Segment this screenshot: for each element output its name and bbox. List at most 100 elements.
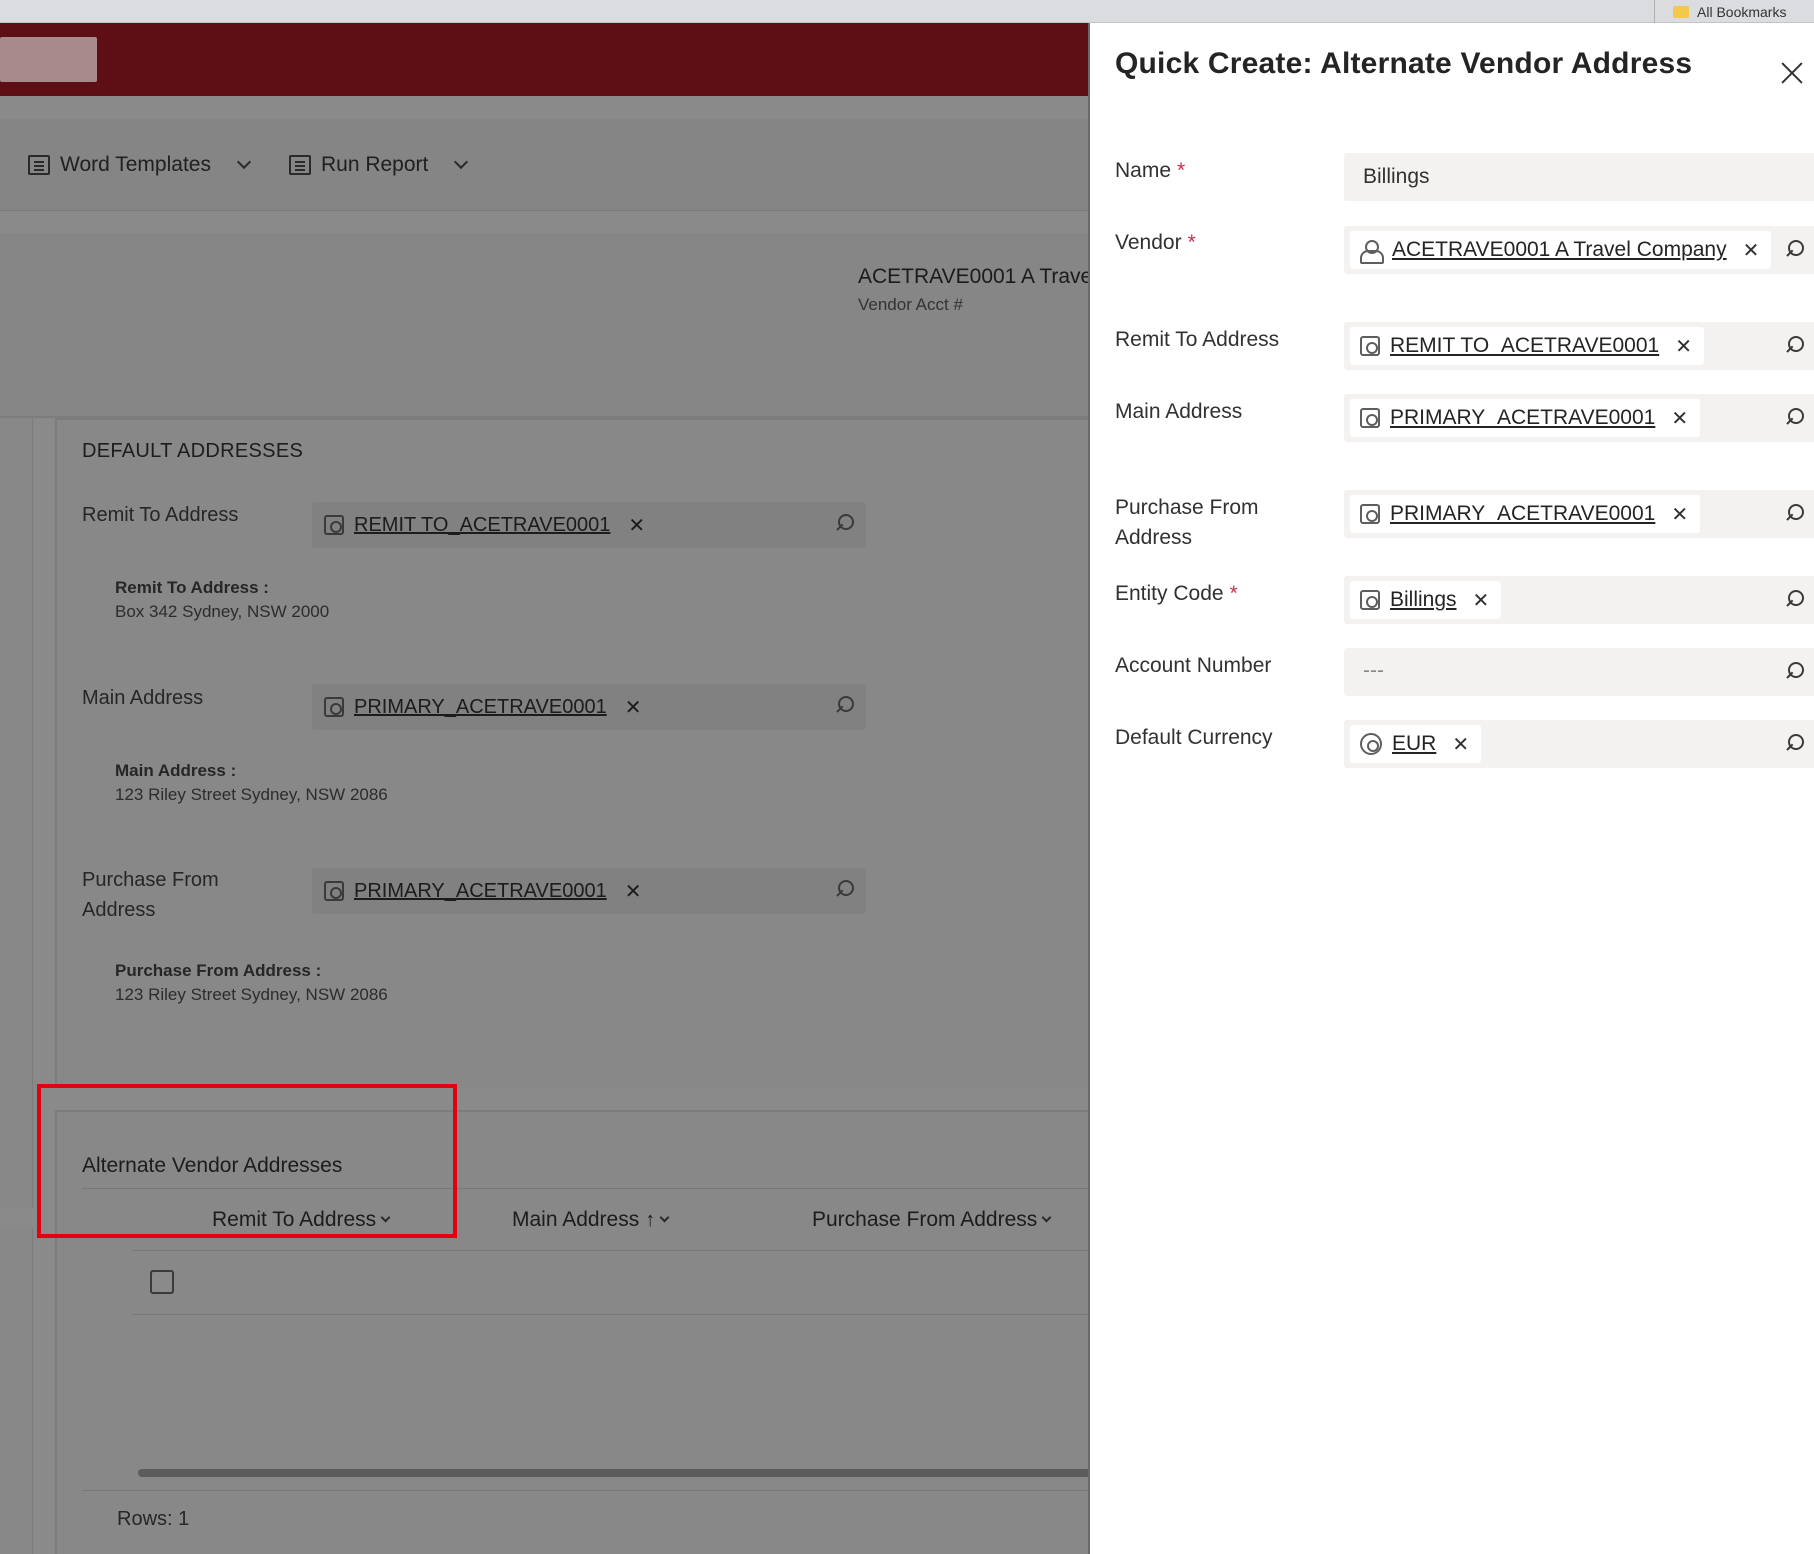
main-detail-value: 123 Riley Street Sydney, NSW 2086 <box>115 785 388 804</box>
left-panel-edge-lower <box>0 1228 33 1554</box>
browser-strip: All Bookmarks <box>0 0 1814 23</box>
run-report-button[interactable]: Run Report <box>288 152 469 177</box>
purchase-address-label: Purchase From Address <box>82 869 219 921</box>
report-icon <box>288 154 311 175</box>
search-icon[interactable] <box>1786 734 1804 752</box>
column-header-purchase[interactable]: Purchase From Address <box>812 1208 1052 1232</box>
main-address-lookup[interactable]: PRIMARY_ACETRAVE0001 ✕ <box>1344 394 1814 442</box>
search-icon[interactable] <box>836 696 854 714</box>
search-icon[interactable] <box>1786 336 1804 354</box>
main-detail-label: Main Address : <box>115 761 237 780</box>
record-icon <box>1360 408 1380 428</box>
record-icon <box>324 881 344 901</box>
run-report-label: Run Report <box>320 152 429 176</box>
chevron-down-icon <box>454 154 469 169</box>
purchase-address-label: Purchase From Address <box>1115 496 1259 549</box>
search-icon[interactable] <box>836 880 854 898</box>
app-header-bar <box>0 23 1090 96</box>
name-input[interactable]: Billings <box>1344 153 1814 201</box>
search-icon[interactable] <box>1786 590 1804 608</box>
record-icon <box>1360 504 1380 524</box>
entity-code-lookup[interactable]: Billings ✕ <box>1344 576 1814 624</box>
remove-icon[interactable]: ✕ <box>628 513 645 538</box>
sort-ascending-icon: ↑ <box>645 1208 656 1231</box>
rows-count: Rows: 1 <box>117 1508 190 1530</box>
main-address-link[interactable]: PRIMARY_ACETRAVE0001 <box>1390 406 1655 430</box>
remove-icon[interactable]: ✕ <box>1671 502 1688 527</box>
vendor-icon <box>1360 239 1384 264</box>
required-indicator: * <box>1229 582 1238 605</box>
record-icon <box>324 697 344 717</box>
remove-icon[interactable]: ✕ <box>1452 732 1469 757</box>
remit-address-lookup[interactable]: REMIT TO_ACETRAVE0001 ✕ <box>1344 322 1814 370</box>
default-currency-label: Default Currency <box>1115 726 1273 749</box>
remit-detail-label: Remit To Address : <box>115 578 269 597</box>
record-icon <box>1360 590 1380 610</box>
purchase-address-link[interactable]: PRIMARY_ACETRAVE0001 <box>1390 502 1655 526</box>
search-icon[interactable] <box>1786 408 1804 426</box>
record-title: ACETRAVE0001 A Travel <box>858 265 1097 288</box>
purchase-address-link[interactable]: PRIMARY_ACETRAVE0001 <box>354 880 607 903</box>
app-logo-placeholder <box>0 37 97 82</box>
horizontal-scrollbar[interactable] <box>138 1469 1092 1477</box>
remove-icon[interactable]: ✕ <box>1675 334 1692 359</box>
remove-icon[interactable]: ✕ <box>1743 238 1760 263</box>
column-header-main[interactable]: Main Address ↑ <box>512 1208 670 1232</box>
record-icon <box>1360 336 1380 356</box>
record-subtitle: Vendor Acct # <box>858 295 963 314</box>
word-templates-button[interactable]: Word Templates <box>28 152 252 177</box>
remit-address-label: Remit To Address <box>1115 328 1280 351</box>
remit-address-link[interactable]: REMIT TO_ACETRAVE0001 <box>1390 334 1659 358</box>
bookmarks-bar[interactable]: All Bookmarks <box>1654 0 1814 23</box>
remit-detail-value: Box 342 Sydney, NSW 2000 <box>115 602 330 621</box>
account-number-label: Account Number <box>1115 654 1272 677</box>
purchase-address-lookup[interactable]: PRIMARY_ACETRAVE0001 ✕ <box>312 868 866 914</box>
entity-code-label: Entity Code * <box>1115 582 1238 605</box>
purchase-address-lookup[interactable]: PRIMARY_ACETRAVE0001 ✕ <box>1344 490 1814 538</box>
chevron-down-icon <box>236 154 252 169</box>
main-address-label: Main Address <box>1115 400 1243 423</box>
entity-code-link[interactable]: Billings <box>1390 588 1457 612</box>
main-address-link[interactable]: PRIMARY_ACETRAVE0001 <box>354 696 607 719</box>
record-header: ACETRAVE0001 A Travel Vendor Acct # <box>0 233 1097 418</box>
remove-icon[interactable]: ✕ <box>625 879 642 904</box>
search-icon[interactable] <box>1786 504 1804 522</box>
default-currency-lookup[interactable]: EUR ✕ <box>1344 720 1814 768</box>
annotation-highlight-box <box>37 1084 457 1238</box>
search-icon[interactable] <box>1786 662 1804 680</box>
remit-address-link[interactable]: REMIT TO_ACETRAVE0001 <box>354 514 610 537</box>
main-address-lookup[interactable]: PRIMARY_ACETRAVE0001 ✕ <box>312 684 866 730</box>
divider <box>82 1490 1092 1491</box>
name-value: Billings <box>1363 165 1430 188</box>
required-indicator: * <box>1177 159 1186 182</box>
purchase-detail-value: 123 Riley Street Sydney, NSW 2086 <box>115 985 388 1004</box>
required-indicator: * <box>1187 231 1196 254</box>
remit-address-label: Remit To Address <box>82 504 239 526</box>
section-title: DEFAULT ADDRESSES <box>82 440 304 462</box>
chevron-down-icon <box>1041 1212 1052 1223</box>
word-templates-label: Word Templates <box>60 152 211 176</box>
search-icon[interactable] <box>1786 240 1804 258</box>
remit-address-lookup[interactable]: REMIT TO_ACETRAVE0001 ✕ <box>312 502 866 548</box>
account-number-lookup[interactable]: --- <box>1344 648 1814 696</box>
command-bar: Word Templates Run Report <box>0 119 1090 211</box>
row-divider <box>132 1314 1092 1315</box>
main-address-label: Main Address <box>82 687 204 709</box>
row-divider <box>132 1250 1092 1251</box>
vendor-link[interactable]: ACETRAVE0001 A Travel Company <box>1392 238 1727 262</box>
vendor-label: Vendor * <box>1115 231 1196 254</box>
account-number-placeholder: --- <box>1363 659 1384 682</box>
remove-icon[interactable]: ✕ <box>1671 406 1688 431</box>
remove-icon[interactable]: ✕ <box>1473 588 1490 613</box>
folder-icon <box>1673 5 1689 18</box>
bookmarks-label: All Bookmarks <box>1697 3 1787 20</box>
currency-link[interactable]: EUR <box>1392 732 1436 756</box>
close-icon[interactable] <box>1778 59 1806 87</box>
vendor-lookup[interactable]: ACETRAVE0001 A Travel Company ✕ <box>1344 226 1814 274</box>
name-label: Name * <box>1115 159 1186 182</box>
search-icon[interactable] <box>836 514 854 532</box>
quick-create-panel: Quick Create: Alternate Vendor Address N… <box>1088 23 1814 1554</box>
remove-icon[interactable]: ✕ <box>625 695 642 720</box>
purchase-detail-label: Purchase From Address : <box>115 961 322 980</box>
row-select-checkbox[interactable] <box>150 1270 174 1294</box>
